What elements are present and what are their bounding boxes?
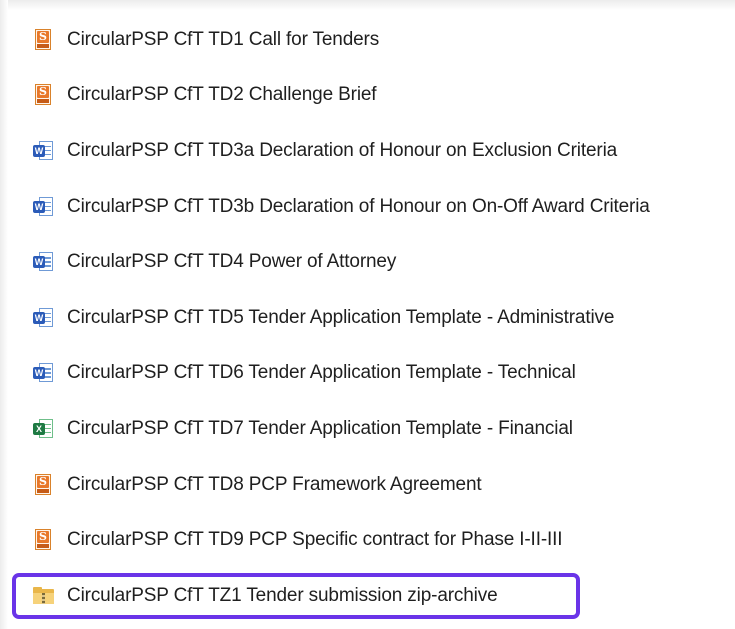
file-item-td7[interactable]: X CircularPSP CfT TD7 Tender Application…: [0, 401, 735, 457]
file-name: CircularPSP CfT TD8 PCP Framework Agreem…: [67, 473, 482, 495]
word-document-icon: W: [32, 196, 54, 218]
excel-spreadsheet-icon: X: [32, 418, 54, 440]
file-item-tz1[interactable]: CircularPSP CfT TZ1 Tender submission zi…: [0, 568, 735, 624]
word-document-icon: W: [32, 307, 54, 329]
file-item-td1[interactable]: S CircularPSP CfT TD1 Call for Tenders: [0, 12, 735, 68]
word-document-icon: W: [32, 140, 54, 162]
panel-shadow-top: [0, 0, 735, 10]
word-document-icon: W: [32, 251, 54, 273]
word-document-icon: W: [32, 362, 54, 384]
pdf-file-icon: S: [32, 84, 54, 106]
file-name: CircularPSP CfT TD3b Declaration of Hono…: [67, 195, 650, 217]
pdf-file-icon: S: [32, 473, 54, 496]
file-name: CircularPSP CfT TZ1 Tender submission zi…: [67, 584, 498, 606]
file-item-td5[interactable]: W CircularPSP CfT TD5 Tender Application…: [0, 290, 735, 346]
pdf-file-icon: S: [32, 28, 54, 51]
file-name: CircularPSP CfT TD4 Power of Attorney: [67, 251, 397, 273]
file-item-td3b[interactable]: W CircularPSP CfT TD3b Declaration of Ho…: [0, 179, 735, 235]
file-item-td4[interactable]: W CircularPSP CfT TD4 Power of Attorney: [0, 234, 735, 290]
file-item-td3a[interactable]: W CircularPSP CfT TD3a Declaration of Ho…: [0, 123, 735, 179]
file-list-panel: S CircularPSP CfT TD1 Call for Tenders S…: [0, 0, 735, 629]
file-item-td9[interactable]: S CircularPSP CfT TD9 PCP Specific contr…: [0, 512, 735, 568]
file-item-td8[interactable]: S CircularPSP CfT TD8 PCP Framework Agre…: [0, 457, 735, 513]
file-item-td6[interactable]: W CircularPSP CfT TD6 Tender Application…: [0, 346, 735, 402]
file-item-td2[interactable]: S CircularPSP CfT TD2 Challenge Brief: [0, 68, 735, 124]
file-name: CircularPSP CfT TD5 Tender Application T…: [67, 306, 615, 328]
file-name: CircularPSP CfT TD2 Challenge Brief: [67, 84, 377, 106]
file-name: CircularPSP CfT TD6 Tender Application T…: [67, 362, 576, 384]
zip-folder-icon: [32, 585, 54, 607]
file-name: CircularPSP CfT TD3a Declaration of Hono…: [67, 139, 618, 161]
file-name: CircularPSP CfT TD1 Call for Tenders: [67, 28, 380, 50]
file-name: CircularPSP CfT TD7 Tender Application T…: [67, 417, 573, 439]
file-list: S CircularPSP CfT TD1 Call for Tenders S…: [0, 12, 735, 624]
pdf-file-icon: S: [32, 529, 54, 551]
file-name: CircularPSP CfT TD9 PCP Specific contrac…: [67, 529, 563, 551]
